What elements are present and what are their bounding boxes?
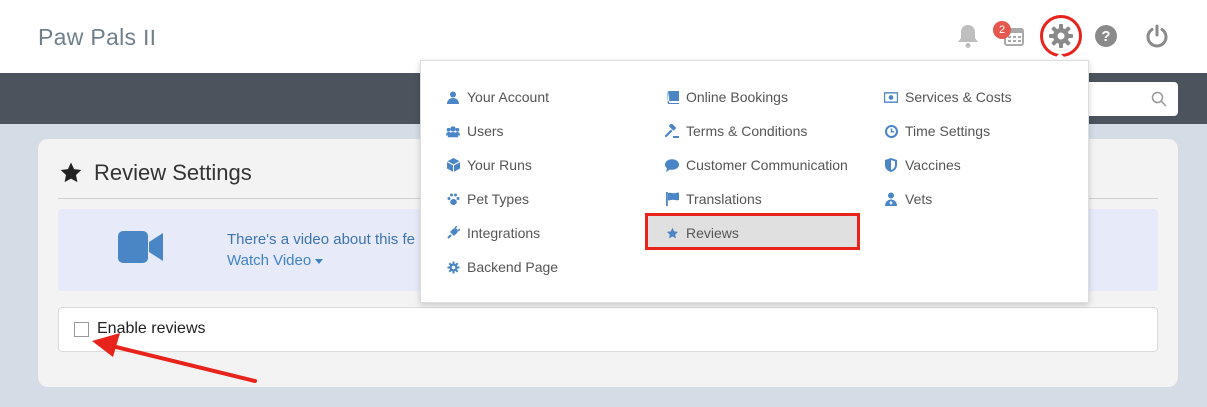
annotation-arrow [92,333,257,383]
